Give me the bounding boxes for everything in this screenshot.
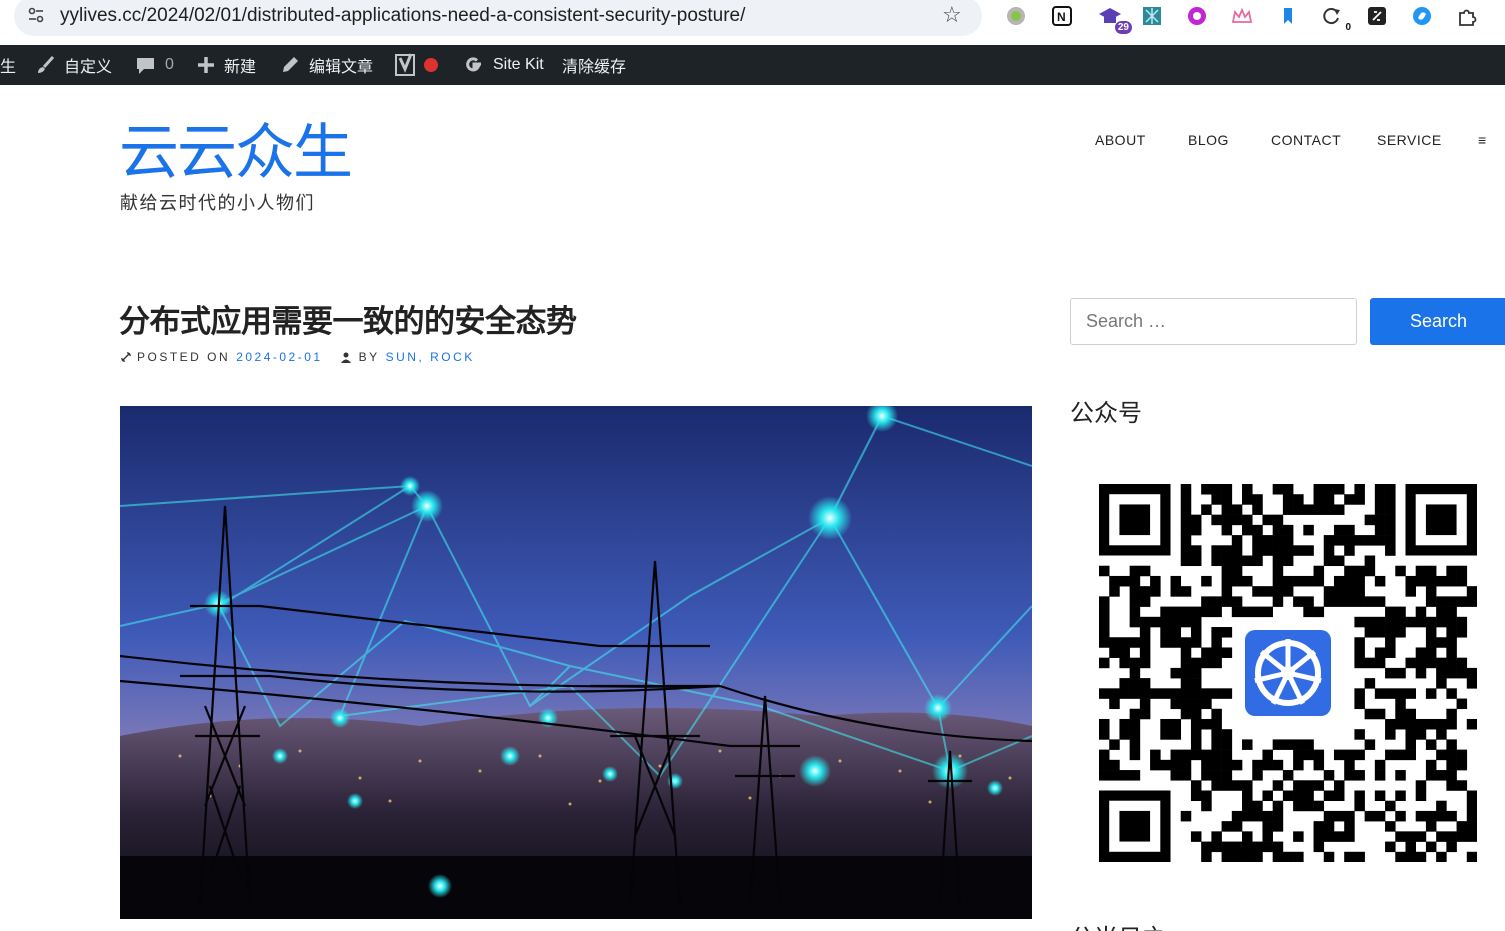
grid-extension-icon[interactable]	[1140, 4, 1164, 28]
admin-bar-comments[interactable]: 0	[135, 45, 174, 85]
puzzle-extensions-icon[interactable]	[1455, 4, 1479, 28]
site-settings-icon[interactable]	[26, 5, 46, 25]
comment-bubble-icon	[137, 58, 154, 74]
admin-bar-yoast[interactable]	[394, 45, 446, 85]
browser-toolbar: yylives.cc/2024/02/01/distributed-applic…	[0, 0, 1505, 45]
search-button[interactable]: Search	[1370, 298, 1505, 345]
notion-icon[interactable]: N	[1050, 4, 1074, 28]
graduation-cap-extension-icon[interactable]: 29	[1098, 4, 1132, 34]
admin-bar-new[interactable]: 新建	[196, 45, 256, 85]
post-title: 分布式应用需要一致的的安全态势	[119, 304, 577, 340]
widget-title-wechat: 公众号	[1070, 399, 1142, 427]
refresh-extension-icon[interactable]: 0	[1320, 4, 1354, 34]
svg-text:N: N	[1057, 10, 1066, 24]
address-bar[interactable]: yylives.cc/2024/02/01/distributed-applic…	[14, 0, 982, 36]
extension-badge: 0	[1342, 21, 1354, 34]
google-g-icon	[466, 57, 481, 72]
edit-post-label: 编辑文章	[309, 59, 374, 76]
featured-image	[120, 406, 1032, 919]
nav-item-blog[interactable]: BLOG	[1188, 132, 1229, 148]
bookmark-star-icon[interactable]: ☆	[942, 3, 962, 28]
gray-circle-extension-icon[interactable]	[1004, 4, 1028, 28]
widget-title-next: 公当日之	[1070, 918, 1166, 931]
post-date[interactable]: 2024-02-01	[236, 350, 322, 364]
site-title[interactable]: 云云众生	[119, 118, 353, 188]
posted-on-label: POSTED ON	[137, 350, 231, 364]
purple-circle-extension-icon[interactable]	[1185, 4, 1209, 28]
pencil-icon	[283, 57, 298, 72]
post-meta: POSTED ON 2024-02-01 BY SUN, ROCK	[120, 350, 475, 364]
kubernetes-logo-icon	[1239, 624, 1337, 722]
admin-bar-sitekit[interactable]: Site Kit	[463, 45, 544, 85]
post-authors[interactable]: SUN, ROCK	[386, 350, 475, 364]
url-text[interactable]: yylives.cc/2024/02/01/distributed-applic…	[60, 5, 745, 27]
wechat-qr-code	[1099, 484, 1478, 863]
menu-toggle-icon[interactable]: ≡	[1478, 132, 1487, 148]
sitekit-label: Site Kit	[493, 56, 544, 73]
new-label: 新建	[224, 59, 257, 76]
comments-count: 0	[165, 56, 174, 73]
admin-bar-clear-cache[interactable]: 清除缓存	[562, 45, 626, 85]
user-icon	[340, 352, 351, 363]
nav-item-contact[interactable]: CONTACT	[1271, 132, 1341, 148]
plus-icon	[198, 57, 214, 73]
blue-bookmark-extension-icon[interactable]	[1276, 4, 1300, 28]
wp-admin-bar: 生 自定义 0 新建 编辑文章 Site Kit 清除缓存	[0, 45, 1505, 85]
by-label: BY	[358, 350, 380, 364]
crown-extension-icon[interactable]	[1230, 4, 1254, 28]
dark-square-extension-icon[interactable]	[1365, 4, 1389, 28]
paintbrush-icon	[38, 55, 55, 73]
yoast-seo-icon	[395, 53, 438, 76]
nav-item-about[interactable]: ABOUT	[1095, 132, 1146, 148]
admin-bar-edit-post[interactable]: 编辑文章	[279, 45, 373, 85]
blue-swirl-extension-icon[interactable]	[1410, 4, 1434, 28]
admin-bar-customize[interactable]: 自定义	[34, 45, 112, 85]
link-icon	[121, 352, 131, 362]
site-description: 献给云时代的小人物们	[120, 193, 315, 214]
search-input[interactable]	[1070, 298, 1357, 345]
customize-label: 自定义	[64, 59, 113, 76]
admin-bar-site-name[interactable]: 生	[0, 45, 16, 85]
extension-badge: 29	[1114, 21, 1132, 34]
nav-item-service[interactable]: SERVICE	[1377, 132, 1442, 148]
